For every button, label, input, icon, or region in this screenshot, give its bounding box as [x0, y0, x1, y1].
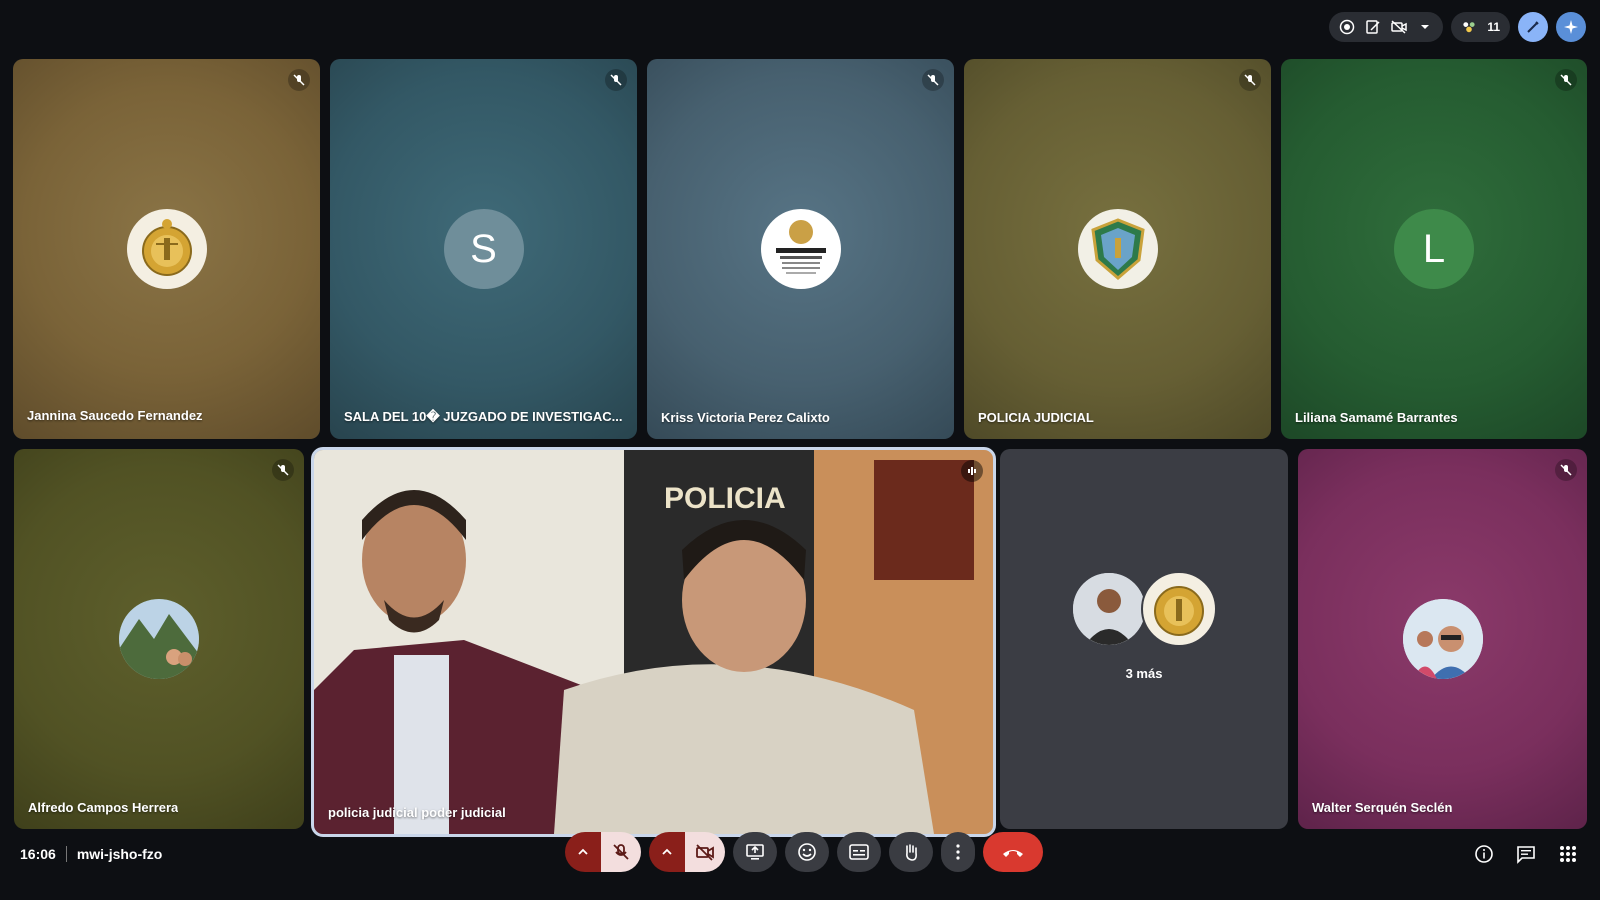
mic-off-icon	[1555, 69, 1577, 91]
svg-text:POLICIA: POLICIA	[664, 482, 786, 515]
camera-off-button[interactable]	[685, 832, 725, 872]
emoji-reaction-button[interactable]	[785, 832, 829, 872]
participant-name: SALA DEL 10� JUZGADO DE INVESTIGAC...	[344, 409, 623, 424]
camera-control	[649, 832, 725, 872]
microphone-control	[565, 832, 641, 872]
participant-tile[interactable]: Jannina Saucedo Fernandez	[13, 59, 320, 439]
photo-avatar	[1071, 570, 1147, 647]
photo-avatar	[119, 599, 199, 679]
more-participants-label: 3 más	[1125, 665, 1163, 681]
side-panel-controls	[1472, 842, 1580, 866]
edit-note-icon[interactable]	[1365, 19, 1381, 35]
letter-avatar: S	[443, 209, 524, 289]
top-bar: 11	[1329, 12, 1586, 42]
participant-name: Walter Serquén Seclén	[1312, 800, 1453, 815]
mic-off-icon	[1555, 459, 1577, 481]
poder-judicial-seal-avatar	[126, 209, 207, 289]
video-off-icon[interactable]	[1391, 19, 1408, 35]
mic-off-icon	[605, 69, 627, 91]
people-icon	[1461, 19, 1477, 35]
policia-judicial-shield-avatar	[1077, 209, 1158, 289]
participant-tile[interactable]: Alfredo Campos Herrera	[14, 449, 304, 829]
bottom-bar: 16:06 mwi-jsho-fzo	[0, 832, 1600, 900]
chevron-down-icon[interactable]	[1417, 19, 1433, 35]
chat-icon[interactable]	[1514, 842, 1538, 866]
participant-tile[interactable]: Walter Serquén Seclén	[1298, 449, 1587, 829]
meeting-code: mwi-jsho-fzo	[76, 846, 163, 862]
record-icon[interactable]	[1339, 19, 1355, 35]
divider	[65, 846, 67, 862]
host-controls-pill[interactable]	[1329, 12, 1444, 42]
mic-off-icon	[922, 69, 944, 91]
participant-tile[interactable]: S SALA DEL 10� JUZGADO DE INVESTIGAC...	[330, 59, 637, 439]
stacked-avatars	[1071, 570, 1217, 647]
participants-pill[interactable]: 11	[1451, 12, 1510, 42]
chevron-up-icon[interactable]	[565, 832, 601, 872]
speaking-indicator-icon	[961, 460, 983, 482]
present-screen-button[interactable]	[733, 832, 777, 872]
video-feed: POLICIA	[314, 450, 993, 834]
participant-tile[interactable]: L Liliana Samamé Barrantes	[1281, 59, 1587, 439]
participant-name: Jannina Saucedo Fernandez	[27, 408, 203, 423]
captions-button[interactable]	[837, 832, 881, 872]
participant-tile[interactable]: Kriss Victoria Perez Calixto	[647, 59, 954, 439]
participant-name: POLICIA JUDICIAL	[978, 410, 1094, 425]
info-icon[interactable]	[1472, 842, 1496, 866]
more-options-button[interactable]	[941, 832, 975, 872]
meeting-time: 16:06	[20, 846, 56, 862]
participant-name: Alfredo Campos Herrera	[28, 800, 179, 815]
ministerio-publico-logo-avatar	[760, 209, 841, 289]
participant-name: Kriss Victoria Perez Calixto	[661, 410, 830, 425]
chevron-up-icon[interactable]	[649, 832, 685, 872]
letter-avatar: L	[1394, 209, 1474, 289]
active-video-tile[interactable]: POLICIA policia judicial poder judicial	[311, 447, 996, 837]
avatar-letter: L	[1422, 226, 1446, 271]
participant-name: policia judicial poder judicial	[328, 805, 506, 820]
participant-count: 11	[1487, 20, 1500, 34]
meeting-info: 16:06 mwi-jsho-fzo	[20, 846, 162, 862]
sparkle-icon[interactable]	[1556, 12, 1586, 42]
photo-avatar	[1402, 599, 1483, 679]
poder-judicial-seal-avatar	[1141, 570, 1217, 647]
mic-off-icon	[288, 69, 310, 91]
leave-call-button[interactable]	[983, 832, 1043, 872]
participant-name: Liliana Samamé Barrantes	[1295, 410, 1458, 425]
call-controls	[565, 832, 1043, 872]
pen-tool-icon[interactable]	[1518, 12, 1548, 42]
activities-grid-icon[interactable]	[1556, 842, 1580, 866]
mic-off-icon	[1239, 69, 1261, 91]
more-participants-tile[interactable]: 3 más	[1000, 449, 1288, 829]
avatar-letter: S	[470, 226, 497, 271]
mic-off-icon	[272, 459, 294, 481]
participant-tile[interactable]: POLICIA JUDICIAL	[964, 59, 1271, 439]
mic-off-button[interactable]	[601, 832, 641, 872]
raise-hand-button[interactable]	[889, 832, 933, 872]
